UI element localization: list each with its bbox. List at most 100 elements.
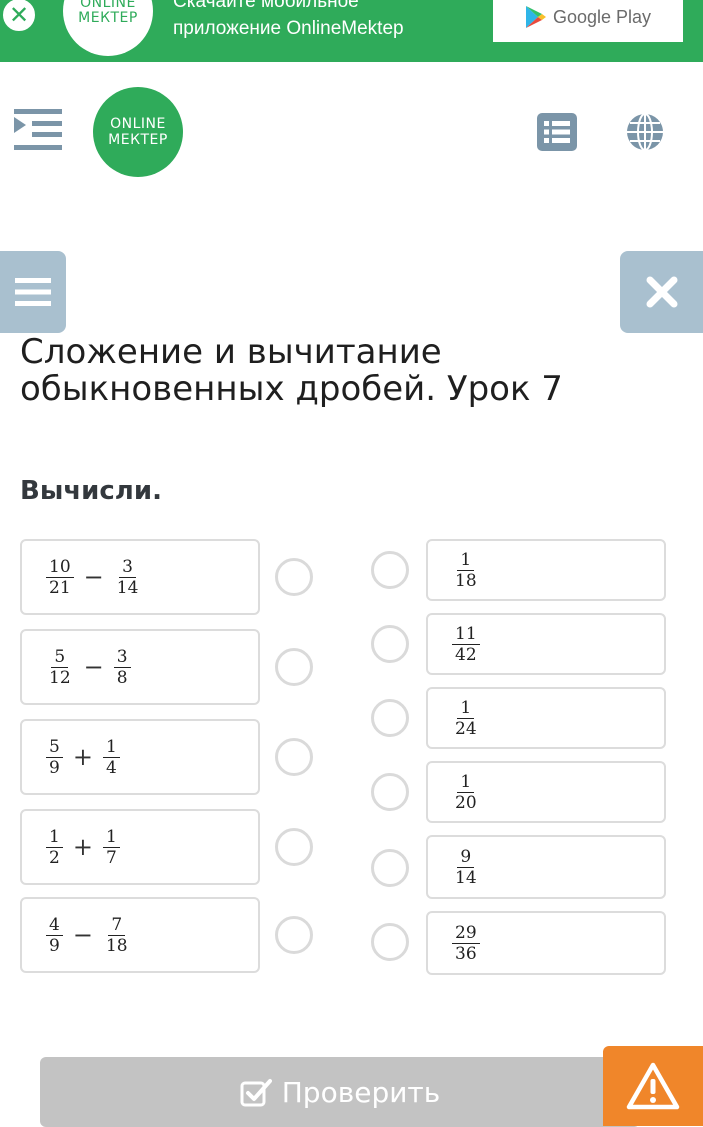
fraction: 1 20 — [452, 772, 480, 813]
numerator: 3 — [119, 557, 136, 578]
answer-card[interactable]: 29 36 — [426, 911, 666, 975]
expression-card[interactable]: 12 + 17 — [20, 809, 260, 885]
fraction: 59 — [46, 737, 63, 778]
numerator: 5 — [46, 737, 63, 758]
denominator: 14 — [116, 577, 139, 598]
operator: + — [72, 743, 93, 771]
denominator: 18 — [105, 935, 128, 956]
left-radio[interactable] — [275, 738, 313, 776]
left-radio[interactable] — [275, 828, 313, 866]
fraction: 11 42 — [452, 624, 480, 665]
answer-card[interactable]: 9 14 — [426, 835, 666, 899]
numerator: 1 — [102, 737, 120, 758]
fraction: 1 24 — [452, 698, 480, 739]
numerator: 29 — [452, 923, 480, 944]
expression-card[interactable]: 10 21 − 3 14 — [20, 539, 260, 615]
banner-text: Скачайте мобильное приложение OnlineMekt… — [173, 0, 404, 42]
expression-card[interactable]: 49 − 7 18 — [20, 897, 260, 973]
denominator: 7 — [105, 847, 117, 868]
fraction: 10 21 — [46, 557, 74, 598]
banner-logo-line2: МЕКТЕР — [78, 10, 138, 26]
google-play-label: Google Play — [552, 6, 652, 27]
denominator: 36 — [455, 943, 477, 964]
answer: 9 14 — [452, 837, 480, 897]
right-radio[interactable] — [371, 699, 409, 737]
numerator: 3 — [113, 647, 131, 668]
warning-icon — [626, 1062, 680, 1110]
expression: 49 − 7 18 — [46, 899, 131, 971]
denominator: 9 — [49, 935, 60, 956]
answer: 1 20 — [452, 763, 480, 821]
numerator: 1 — [457, 772, 475, 793]
onlinemektep-logo[interactable]: ONLINE МЕКТЕР — [93, 87, 183, 177]
operator: + — [72, 833, 93, 861]
menu-indent-icon[interactable] — [12, 105, 64, 157]
denominator: 4 — [105, 757, 117, 778]
left-radio[interactable] — [275, 648, 313, 686]
check-button[interactable]: Проверить — [40, 1057, 640, 1127]
expression-card[interactable]: 5 12 − 38 — [20, 629, 260, 705]
denominator: 18 — [455, 570, 477, 591]
denominator: 21 — [49, 577, 71, 598]
left-radio[interactable] — [275, 558, 313, 596]
numerator: 5 — [51, 647, 69, 668]
right-radio[interactable] — [371, 551, 409, 589]
close-lesson-button[interactable] — [620, 251, 703, 333]
task-instruction: Вычисли. — [20, 476, 162, 506]
banner-text-line2: приложение OnlineMektep — [173, 18, 404, 39]
logo-line1: ONLINE — [110, 116, 166, 132]
right-radio[interactable] — [371, 923, 409, 961]
answer: 1 24 — [452, 689, 480, 747]
banner-text-line1: Скачайте мобильное — [173, 0, 359, 12]
banner-logo: ONLINE МЕКТЕР — [63, 0, 153, 56]
right-radio[interactable] — [371, 773, 409, 811]
operator: − — [83, 653, 104, 681]
google-play-icon — [525, 6, 546, 28]
expression: 5 12 − 38 — [46, 631, 131, 703]
fraction: 1 18 — [452, 550, 480, 591]
right-radio[interactable] — [371, 625, 409, 663]
list-icon[interactable] — [537, 113, 577, 151]
globe-icon[interactable] — [625, 112, 665, 152]
google-play-button[interactable]: Google Play — [493, 0, 683, 42]
fraction: 7 18 — [103, 915, 131, 956]
logo-line2: МЕКТЕР — [108, 132, 168, 148]
app-download-banner: ✕ ONLINE МЕКТЕР Скачайте мобильное прило… — [0, 0, 703, 62]
hamburger-icon — [15, 278, 51, 306]
answer: 11 42 — [452, 615, 480, 673]
fraction: 12 — [46, 827, 63, 868]
close-icon — [646, 276, 677, 308]
numerator: 9 — [457, 847, 475, 868]
numerator: 1 — [102, 827, 120, 848]
lesson-title: Сложение и вычитание обыкновенных дробей… — [20, 332, 563, 409]
fraction: 14 — [102, 737, 120, 778]
expression: 12 + 17 — [46, 811, 120, 883]
numerator: 4 — [46, 915, 63, 936]
answer-card[interactable]: 1 20 — [426, 761, 666, 823]
fraction: 5 12 — [46, 647, 74, 688]
expression-card[interactable]: 59 + 14 — [20, 719, 260, 795]
denominator: 14 — [455, 867, 477, 888]
denominator: 2 — [49, 847, 60, 868]
right-radio[interactable] — [371, 849, 409, 887]
expression: 59 + 14 — [46, 721, 120, 793]
answer: 1 18 — [452, 541, 480, 599]
denominator: 8 — [116, 667, 128, 688]
numerator: 7 — [108, 915, 126, 936]
denominator: 12 — [49, 667, 71, 688]
fraction: 29 36 — [452, 923, 480, 964]
side-menu-button[interactable] — [0, 251, 66, 333]
operator: − — [72, 921, 93, 949]
close-icon[interactable]: ✕ — [0, 0, 38, 34]
answer-card[interactable]: 11 42 — [426, 613, 666, 675]
denominator: 24 — [455, 718, 477, 739]
operator: − — [83, 563, 104, 591]
checkbox-icon — [240, 1079, 272, 1107]
fraction: 38 — [113, 647, 131, 688]
answer-card[interactable]: 1 18 — [426, 539, 666, 601]
left-radio[interactable] — [275, 916, 313, 954]
fraction: 17 — [102, 827, 120, 868]
numerator: 1 — [46, 827, 63, 848]
report-problem-button[interactable] — [603, 1046, 703, 1126]
answer-card[interactable]: 1 24 — [426, 687, 666, 749]
